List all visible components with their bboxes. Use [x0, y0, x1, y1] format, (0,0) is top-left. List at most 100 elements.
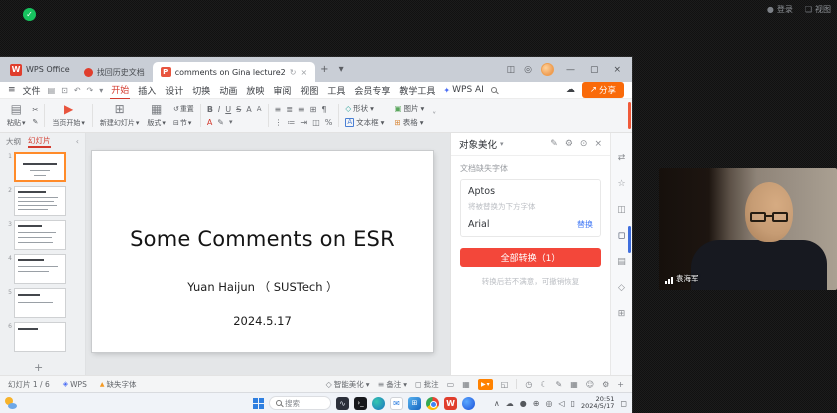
app-wps-icon[interactable]: W — [444, 397, 457, 410]
tab-list-caret[interactable]: ▾ — [334, 57, 349, 82]
slide-thumbnail-6[interactable]: 6 — [2, 322, 81, 352]
night-mode-icon[interactable]: ☾ — [540, 380, 547, 389]
slide-thumbnail-4[interactable]: 4 — [2, 254, 81, 284]
format-brush-icon[interactable]: ✎ — [33, 118, 39, 126]
slide-date[interactable]: 2024.5.17 — [92, 314, 433, 328]
print-icon[interactable]: ⊡ — [61, 86, 68, 95]
dock-window-icon[interactable]: ◫ — [507, 65, 516, 75]
tray-cloud-icon[interactable]: ☁ — [506, 399, 514, 408]
normal-view-icon[interactable]: ▭ — [447, 380, 455, 389]
zoom-in-icon[interactable]: + — [617, 380, 624, 389]
grow-font-button[interactable]: A — [246, 105, 251, 114]
gallery-panel-icon[interactable]: ⊞ — [618, 309, 626, 319]
ribbon-tab-slideshow[interactable]: 放映 — [245, 82, 265, 99]
add-slide-button[interactable]: + — [0, 359, 85, 375]
tray-plus-icon[interactable]: ⊕ — [533, 399, 540, 408]
hamburger-icon[interactable]: ≡ — [8, 85, 16, 95]
align-left-button[interactable]: ≡ — [275, 105, 282, 114]
font-more-caret-icon[interactable]: ▾ — [229, 118, 233, 126]
undo-icon[interactable]: ↶ — [74, 86, 81, 95]
annotate-pen-icon[interactable]: ✎ — [556, 380, 563, 389]
paste-button[interactable]: ▤ 粘贴▾ — [6, 101, 27, 130]
slideshow-play-button[interactable]: ▶ ▾ — [478, 379, 493, 390]
wps-badge[interactable]: ◈ WPS — [63, 380, 87, 389]
shapes-button[interactable]: ◇ 形状 ▾ — [345, 103, 384, 114]
ribbon-tab-view[interactable]: 视图 — [299, 82, 319, 99]
slide-canvas[interactable]: Some Comments on ESR Yuan Haijun （ SUSTe… — [86, 133, 450, 375]
layout-button[interactable]: ▦ 版式▾ — [146, 101, 167, 130]
slide-thumbnail-1[interactable]: 1 — [2, 152, 81, 182]
login-button[interactable]: ● 登录 — [767, 4, 793, 15]
wps-home-button[interactable]: W WPS Office — [6, 57, 76, 82]
collapse-ribbon-icon[interactable]: ˅ — [432, 111, 436, 120]
ribbon-tab-insert[interactable]: 插入 — [137, 82, 157, 99]
beautify-panel-icon[interactable]: ◇ — [618, 283, 625, 293]
shrink-font-button[interactable]: A — [257, 105, 262, 113]
numbered-list-button[interactable]: ≔ — [288, 118, 296, 127]
pane-pin-icon[interactable]: ⊙ — [580, 139, 588, 149]
quickbar-caret-icon[interactable]: ▾ — [99, 86, 103, 95]
underline-button[interactable]: U — [225, 105, 231, 114]
minimize-button[interactable]: — — [563, 65, 578, 75]
slide-author[interactable]: Yuan Haijun （ SUSTech ） — [92, 279, 433, 295]
tab-current-doc[interactable]: P comments on Gina lecture2 ↻ × — [153, 62, 315, 82]
tray-network-icon[interactable]: ◎ — [545, 399, 552, 408]
switch-panes-icon[interactable]: ⇄ — [618, 153, 626, 163]
webcam-video[interactable]: 袁海军 — [659, 168, 837, 290]
missing-fonts-warning[interactable]: ▲ 缺失字体 — [100, 379, 137, 390]
share-button[interactable]: ↗ 分享 — [582, 82, 624, 98]
smiley-skin-icon[interactable]: ☺ — [586, 380, 594, 389]
columns-button[interactable]: ⊞ — [310, 105, 317, 114]
text-direction-button[interactable]: ◫ — [312, 118, 320, 127]
line-spacing-button[interactable]: ⋮ — [275, 118, 283, 127]
ribbon-tab-home[interactable]: 开始 — [110, 81, 130, 100]
ribbon-tab-transitions[interactable]: 切换 — [191, 82, 211, 99]
favorites-icon[interactable]: ☆ — [617, 179, 625, 189]
pane-edit-icon[interactable]: ✎ — [550, 139, 558, 149]
ribbon-tab-member[interactable]: 会员专享 — [353, 82, 391, 99]
tray-mic-icon[interactable]: ● — [520, 399, 527, 408]
weather-icon[interactable] — [5, 397, 18, 410]
table-button[interactable]: ⊞ 表格 ▾ — [394, 117, 424, 128]
play-from-current-button[interactable]: ▶ 当页开始▾ — [51, 101, 86, 130]
pane-close-icon[interactable]: × — [594, 139, 602, 149]
app-store-icon[interactable]: ⊞ — [408, 397, 421, 410]
redo-icon[interactable]: ↷ — [87, 86, 94, 95]
bold-button[interactable]: B — [207, 105, 213, 114]
ribbon-tab-animation[interactable]: 动画 — [218, 82, 238, 99]
notification-bell-icon[interactable]: ◻ — [620, 399, 627, 408]
pane-gear-icon[interactable]: ⚙ — [565, 139, 573, 149]
tray-battery-icon[interactable]: ▯ — [571, 399, 575, 408]
textbox-button[interactable]: A 文本框 ▾ — [345, 117, 384, 128]
tab-history-doc[interactable]: 找回历史文档 — [76, 62, 153, 82]
cut-icon[interactable]: ✂ — [33, 106, 39, 114]
app-chrome-icon[interactable] — [426, 397, 439, 410]
scrollbar-thumb[interactable] — [628, 226, 631, 253]
close-button[interactable]: × — [610, 65, 624, 75]
slide-title[interactable]: Some Comments on ESR — [92, 227, 433, 251]
align-right-button[interactable]: ≡ — [298, 105, 305, 114]
globe-icon[interactable]: ◎ — [524, 65, 532, 75]
indent-button[interactable]: ⇥ — [301, 118, 308, 127]
search-icon[interactable] — [491, 87, 497, 93]
start-button[interactable] — [253, 398, 264, 409]
app-terminal-icon[interactable]: ›_ — [354, 397, 367, 410]
ribbon-tab-tools[interactable]: 工具 — [326, 82, 346, 99]
reset-button[interactable]: ↺重置 — [173, 104, 194, 114]
paragraph-mark-button[interactable]: ¶ — [321, 105, 326, 114]
italic-button[interactable]: I — [218, 105, 220, 114]
doc-sync-icon[interactable]: ↻ — [290, 68, 297, 77]
menu-file[interactable]: 文件 — [23, 84, 41, 97]
pane-title-caret-icon[interactable]: ▾ — [500, 140, 504, 148]
taskbar-clock[interactable]: 20:51 2024/5/17 — [581, 396, 614, 410]
slides-tab[interactable]: 幻灯片 — [28, 135, 51, 148]
notes-panel-icon[interactable]: ▤ — [617, 257, 626, 267]
pane-title[interactable]: 对象美化 — [459, 137, 497, 151]
font-color-button[interactable]: A — [207, 118, 212, 127]
settings-gear-icon[interactable]: ⚙ — [602, 380, 609, 389]
replace-link[interactable]: 替换 — [577, 219, 593, 230]
app-mail-icon[interactable]: ✉ — [390, 397, 403, 410]
maximize-button[interactable]: ▢ — [587, 65, 602, 75]
account-avatar[interactable] — [541, 63, 554, 76]
ribbon-tab-review[interactable]: 审阅 — [272, 82, 292, 99]
